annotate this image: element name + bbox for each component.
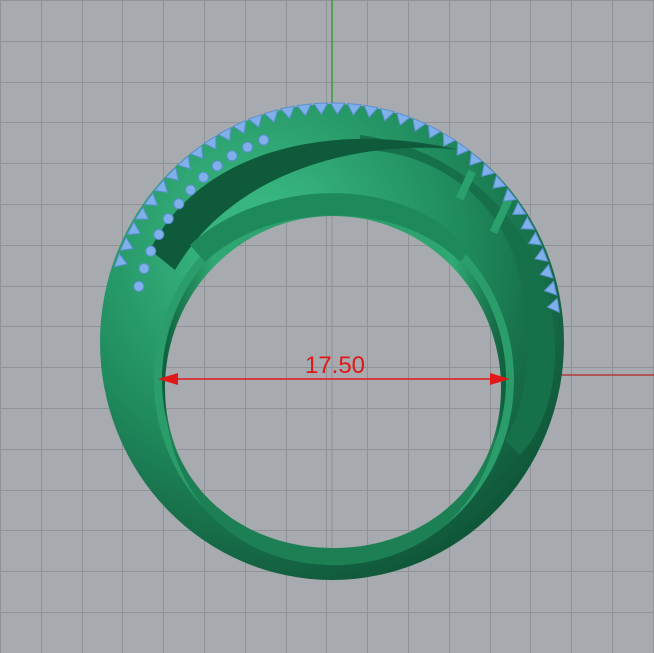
gem-stone — [185, 184, 197, 196]
gem-stone — [133, 280, 145, 292]
gem-stone — [145, 245, 157, 257]
gem-stone — [258, 134, 270, 146]
gem-stone — [162, 213, 174, 225]
gem-stone — [153, 229, 165, 240]
dimension-value: 17.50 — [305, 352, 365, 379]
gem-stone — [211, 160, 223, 172]
gem-stone — [173, 198, 185, 210]
viewport-3d[interactable]: 17.50 — [0, 0, 654, 653]
gem-stone — [241, 141, 253, 153]
gem-stone — [138, 262, 150, 274]
gem-stone — [197, 171, 209, 183]
viewport-canvas[interactable]: 17.50 — [0, 0, 654, 653]
gem-stone — [226, 150, 238, 162]
